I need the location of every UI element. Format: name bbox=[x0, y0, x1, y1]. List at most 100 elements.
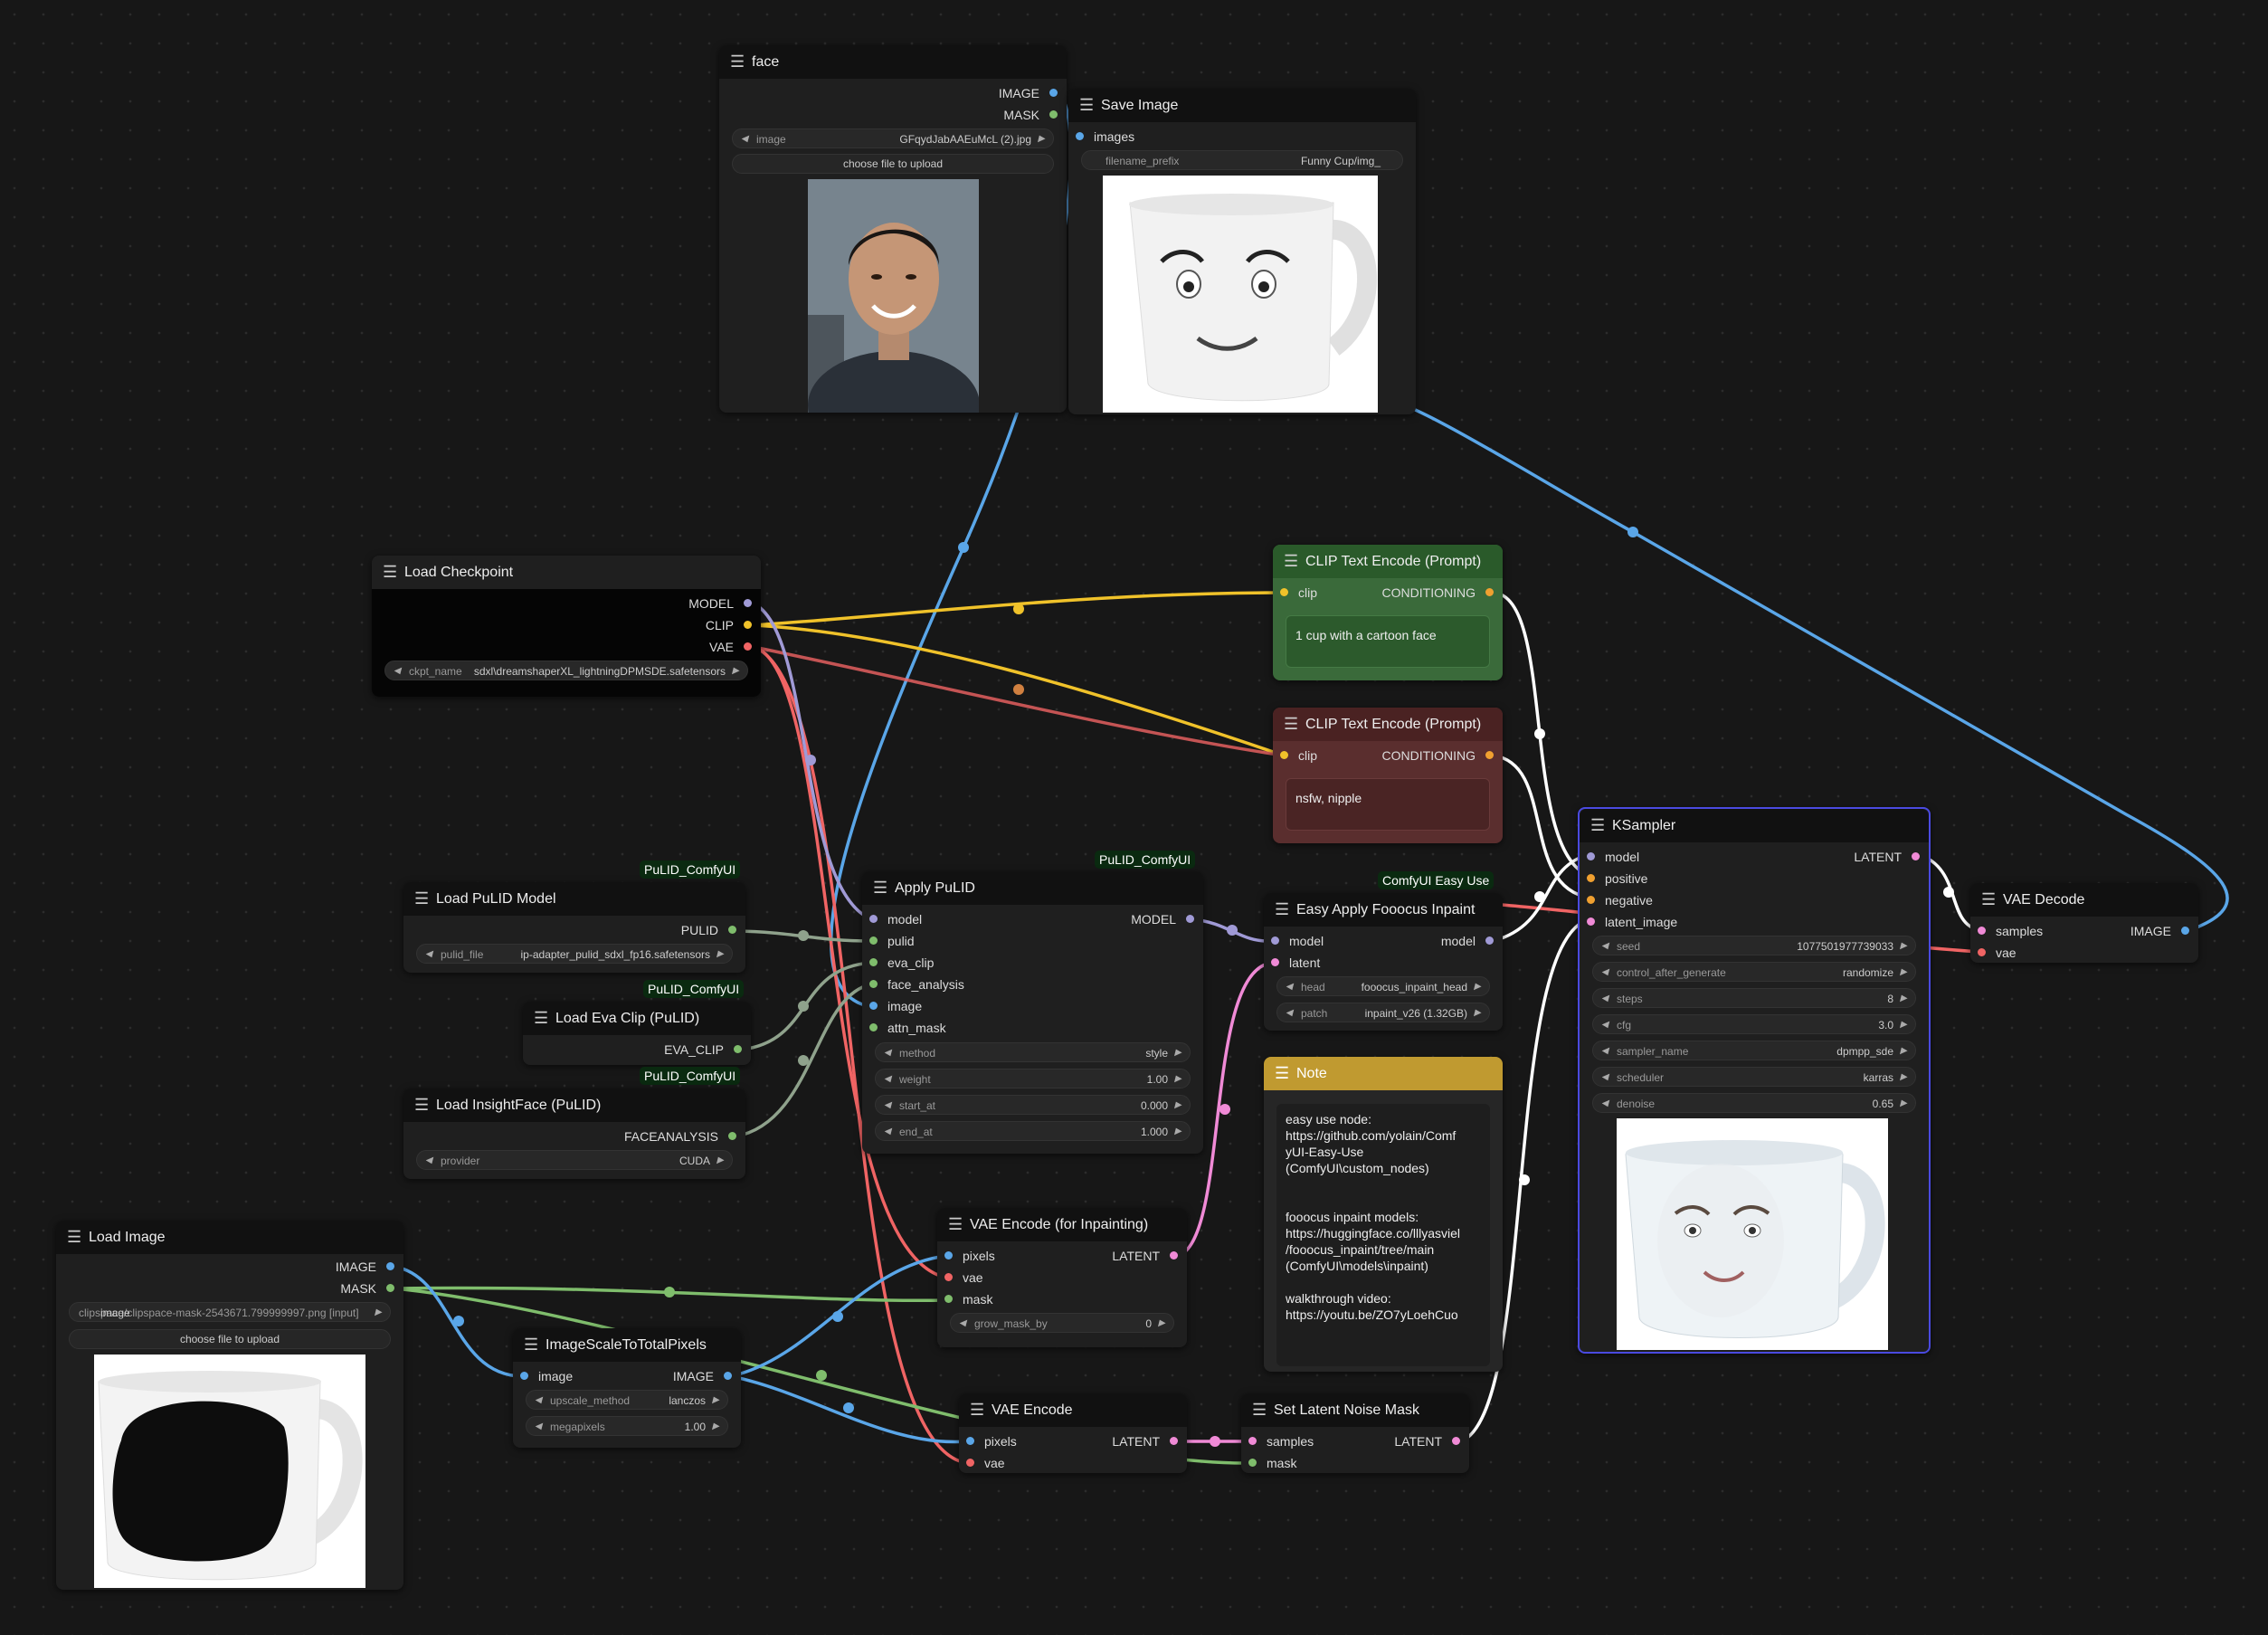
input-clip[interactable]: clip bbox=[1280, 746, 1317, 765]
slot-dot[interactable] bbox=[1912, 852, 1920, 860]
slot-dot[interactable] bbox=[966, 1459, 974, 1467]
slot-dot[interactable] bbox=[1452, 1437, 1460, 1445]
slot-dot[interactable] bbox=[734, 1045, 742, 1053]
widget-method[interactable]: ◀ method style ▶ bbox=[875, 1042, 1191, 1062]
slot-dot[interactable] bbox=[744, 621, 752, 629]
slot-dot[interactable] bbox=[744, 642, 752, 651]
arrow-right-icon[interactable]: ▶ bbox=[1900, 936, 1907, 956]
output-latent[interactable]: LATENT bbox=[1854, 847, 1920, 867]
arrow-left-icon[interactable]: ◀ bbox=[884, 1122, 891, 1142]
node-load-pulid-model[interactable]: ☰ Load PuLID Model PULID ◀ pulid_file ip-ad… bbox=[403, 882, 745, 973]
input-samples[interactable]: samples bbox=[1978, 921, 2043, 941]
slot-dot[interactable] bbox=[1271, 958, 1279, 966]
input-vae[interactable]: vae bbox=[944, 1268, 983, 1288]
prompt-textarea[interactable]: nsfw, nipple bbox=[1286, 778, 1490, 831]
output-vae[interactable]: VAE bbox=[709, 637, 752, 657]
widget-steps[interactable]: ◀ steps 8 ▶ bbox=[1592, 988, 1916, 1008]
slot-dot[interactable] bbox=[1049, 89, 1058, 97]
widget-denoise[interactable]: ◀ denoise 0.65 ▶ bbox=[1592, 1093, 1916, 1113]
slot-dot[interactable] bbox=[944, 1273, 953, 1281]
output-conditioning[interactable]: CONDITIONING bbox=[1382, 746, 1494, 765]
input-mask[interactable]: mask bbox=[1248, 1453, 1296, 1473]
node-load-image[interactable]: ☰ Load Image IMAGE MASK clipspace/clipspa… bbox=[56, 1221, 403, 1590]
node-header[interactable]: ☰ Load InsightFace (PuLID) bbox=[403, 1088, 745, 1122]
output-image[interactable]: IMAGE bbox=[673, 1366, 732, 1386]
arrow-right-icon[interactable]: ▶ bbox=[1174, 1096, 1181, 1116]
node-clip-text-positive[interactable]: ☰ CLIP Text Encode (Prompt) clip CONDITIO… bbox=[1273, 545, 1503, 680]
node-header[interactable]: ☰ face bbox=[719, 45, 1067, 79]
slot-dot[interactable] bbox=[1248, 1437, 1257, 1445]
menu-icon[interactable]: ☰ bbox=[1590, 816, 1605, 835]
menu-icon[interactable]: ☰ bbox=[383, 563, 397, 582]
node-set-latent-noise-mask[interactable]: ☰ Set Latent Noise Mask samples LATENT ma… bbox=[1241, 1393, 1469, 1473]
widget-seed[interactable]: ◀ seed 1077501977739033 ▶ bbox=[1592, 936, 1916, 955]
arrow-right-icon[interactable]: ▶ bbox=[1900, 1094, 1907, 1114]
output-image[interactable]: IMAGE bbox=[999, 83, 1058, 103]
node-load-insightface[interactable]: ☰ Load InsightFace (PuLID) FACEANALYSIS ◀… bbox=[403, 1088, 745, 1179]
widget-head[interactable]: ◀ head fooocus_inpaint_head ▶ bbox=[1276, 976, 1490, 996]
output-latent[interactable]: LATENT bbox=[1394, 1431, 1460, 1451]
arrow-right-icon[interactable]: ▶ bbox=[1174, 1122, 1181, 1142]
slot-dot[interactable] bbox=[386, 1262, 394, 1270]
arrow-left-icon[interactable]: ◀ bbox=[1286, 977, 1293, 997]
node-header[interactable]: ☰ VAE Decode bbox=[1970, 883, 2198, 917]
arrow-left-icon[interactable]: ◀ bbox=[741, 129, 748, 149]
input-clip[interactable]: clip bbox=[1280, 583, 1317, 603]
slot-dot[interactable] bbox=[1049, 110, 1058, 119]
widget-weight[interactable]: ◀ weight 1.00 ▶ bbox=[875, 1069, 1191, 1088]
slot-dot[interactable] bbox=[1485, 751, 1494, 759]
arrow-right-icon[interactable]: ▶ bbox=[1174, 1043, 1181, 1063]
arrow-right-icon[interactable]: ▶ bbox=[712, 1417, 719, 1437]
node-ksampler[interactable]: ☰ KSampler model LATENT positive negative… bbox=[1578, 807, 1931, 1354]
menu-icon[interactable]: ☰ bbox=[414, 1096, 429, 1115]
slot-dot[interactable] bbox=[2181, 927, 2189, 935]
arrow-left-icon[interactable]: ◀ bbox=[1601, 989, 1608, 1009]
input-latent-image[interactable]: latent_image bbox=[1587, 912, 1677, 932]
node-header[interactable]: ☰ Note bbox=[1264, 1057, 1503, 1090]
input-attn-mask[interactable]: attn_mask bbox=[869, 1018, 946, 1038]
input-image[interactable]: image bbox=[520, 1366, 573, 1386]
menu-icon[interactable]: ☰ bbox=[67, 1228, 81, 1247]
arrow-right-icon[interactable]: ▶ bbox=[1158, 1314, 1165, 1334]
widget-end-at[interactable]: ◀ end_at 1.000 ▶ bbox=[875, 1121, 1191, 1141]
arrow-left-icon[interactable]: ◀ bbox=[1601, 1068, 1608, 1088]
output-model[interactable]: model bbox=[1441, 931, 1494, 951]
widget-control-after-generate[interactable]: ◀ control_after_generate randomize ▶ bbox=[1592, 962, 1916, 982]
menu-icon[interactable]: ☰ bbox=[873, 879, 887, 898]
widget-grow-mask-by[interactable]: ◀ grow_mask_by 0 ▶ bbox=[950, 1313, 1174, 1333]
arrow-left-icon[interactable]: ◀ bbox=[535, 1417, 542, 1437]
node-note[interactable]: ☰ Note easy use node: https://github.com/… bbox=[1264, 1057, 1503, 1372]
output-mask[interactable]: MASK bbox=[1003, 105, 1058, 125]
node-easy-apply-fooocus-inpaint[interactable]: ☰ Easy Apply Fooocus Inpaint model model … bbox=[1264, 893, 1503, 1031]
menu-icon[interactable]: ☰ bbox=[1275, 1064, 1289, 1083]
node-header[interactable]: ☰ ImageScaleToTotalPixels bbox=[513, 1328, 741, 1362]
input-pixels[interactable]: pixels bbox=[944, 1246, 995, 1266]
arrow-left-icon[interactable]: ◀ bbox=[1286, 1003, 1293, 1023]
widget-ckpt-name[interactable]: ◀ ckpt_name sdxl\dreamshaperXL_lightningDP… bbox=[384, 661, 748, 680]
menu-icon[interactable]: ☰ bbox=[970, 1401, 984, 1420]
node-header[interactable]: ☰ KSampler bbox=[1580, 809, 1929, 842]
arrow-right-icon[interactable]: ▶ bbox=[1900, 1041, 1907, 1061]
widget-upscale-method[interactable]: ◀ upscale_method lanczos ▶ bbox=[526, 1390, 728, 1410]
arrow-right-icon[interactable]: ▶ bbox=[716, 1151, 724, 1171]
arrow-left-icon[interactable]: ◀ bbox=[425, 945, 432, 965]
input-latent[interactable]: latent bbox=[1271, 953, 1320, 973]
slot-dot[interactable] bbox=[869, 936, 878, 945]
slot-dot[interactable] bbox=[1280, 751, 1288, 759]
menu-icon[interactable]: ☰ bbox=[524, 1336, 538, 1355]
arrow-left-icon[interactable]: ◀ bbox=[884, 1043, 891, 1063]
slot-dot[interactable] bbox=[869, 1002, 878, 1010]
widget-scheduler[interactable]: ◀ scheduler karras ▶ bbox=[1592, 1067, 1916, 1087]
output-latent[interactable]: LATENT bbox=[1112, 1246, 1178, 1266]
upload-button[interactable]: choose file to upload bbox=[69, 1329, 391, 1349]
arrow-left-icon[interactable]: ◀ bbox=[884, 1069, 891, 1089]
slot-dot[interactable] bbox=[1076, 132, 1084, 140]
arrow-right-icon[interactable]: ▶ bbox=[1174, 1069, 1181, 1089]
output-mask[interactable]: MASK bbox=[340, 1279, 394, 1298]
node-header[interactable]: ☰ Load PuLID Model bbox=[403, 882, 745, 916]
input-eva-clip[interactable]: eva_clip bbox=[869, 953, 934, 973]
arrow-left-icon[interactable]: ◀ bbox=[1601, 1015, 1608, 1035]
arrow-right-icon[interactable]: ▶ bbox=[1038, 129, 1045, 149]
slot-dot[interactable] bbox=[1170, 1251, 1178, 1260]
widget-pulid-file[interactable]: ◀ pulid_file ip-adapter_pulid_sdxl_fp16.sa… bbox=[416, 944, 733, 964]
